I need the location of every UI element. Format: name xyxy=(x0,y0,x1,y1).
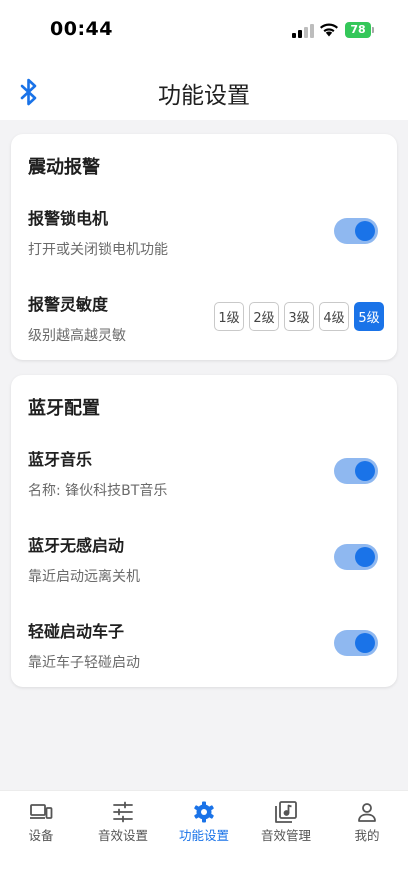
tab-devices[interactable]: 设备 xyxy=(0,791,82,851)
level-5-button[interactable]: 5级 xyxy=(354,302,384,331)
wifi-icon xyxy=(320,23,338,37)
level-2-button[interactable]: 2级 xyxy=(249,302,279,331)
toggle-knob xyxy=(355,461,375,481)
bluetooth-config-card: 蓝牙配置 蓝牙音乐 名称: 锋伙科技BT音乐 蓝牙无感启动 靠近启动远离关机 轻… xyxy=(11,375,397,687)
page-title: 功能设置 xyxy=(158,83,250,109)
tab-sound-settings[interactable]: 音效设置 xyxy=(82,791,164,851)
lock-motor-toggle[interactable] xyxy=(334,218,378,244)
lock-motor-title: 报警锁电机 xyxy=(28,209,109,228)
bt-auto-start-toggle[interactable] xyxy=(334,544,378,570)
music-library-icon xyxy=(275,801,297,823)
sensitivity-subtitle: 级别越高越灵敏 xyxy=(28,328,126,344)
sensitivity-levels: 1级 2级 3级 4级 5级 xyxy=(214,302,384,331)
level-3-button[interactable]: 3级 xyxy=(284,302,314,331)
battery-tip xyxy=(372,27,374,33)
tab-devices-label: 设备 xyxy=(28,828,54,843)
bt-auto-start-title: 蓝牙无感启动 xyxy=(28,536,125,555)
bt-music-title: 蓝牙音乐 xyxy=(28,450,93,469)
tab-profile-label: 我的 xyxy=(354,828,380,843)
person-icon xyxy=(358,803,376,822)
battery-level: 78 xyxy=(345,22,371,38)
bluetooth-card-title: 蓝牙配置 xyxy=(28,398,100,419)
tab-profile[interactable]: 我的 xyxy=(326,791,408,851)
bt-music-subtitle: 名称: 锋伙科技BT音乐 xyxy=(28,483,168,499)
touch-start-toggle[interactable] xyxy=(334,630,378,656)
sliders-icon xyxy=(113,801,133,823)
level-4-button[interactable]: 4级 xyxy=(319,302,349,331)
toggle-knob xyxy=(355,547,375,567)
tab-bar: 设备 音效设置 功能设置 音效管理 我的 xyxy=(0,790,408,883)
bt-auto-start-subtitle: 靠近启动远离关机 xyxy=(28,569,140,585)
bt-music-toggle[interactable] xyxy=(334,458,378,484)
vibration-alarm-card: 震动报警 报警锁电机 打开或关闭锁电机功能 报警灵敏度 级别越高越灵敏 1级 2… xyxy=(11,134,397,360)
header: 功能设置 xyxy=(0,64,408,120)
sensitivity-title: 报警灵敏度 xyxy=(28,295,109,314)
vibration-card-title: 震动报警 xyxy=(28,157,100,178)
tab-sound-management-label: 音效管理 xyxy=(260,828,311,843)
devices-icon xyxy=(30,804,53,819)
gear-icon xyxy=(194,801,214,823)
status-time: 00:44 xyxy=(50,18,113,40)
tab-function-settings[interactable]: 功能设置 xyxy=(163,791,245,851)
lock-motor-subtitle: 打开或关闭锁电机功能 xyxy=(28,242,168,258)
touch-start-title: 轻碰启动车子 xyxy=(28,622,125,641)
battery-icon: 78 xyxy=(345,22,375,38)
status-bar: 00:44 78 xyxy=(0,0,408,56)
toggle-knob xyxy=(355,633,375,653)
tab-sound-settings-label: 音效设置 xyxy=(97,828,148,843)
level-1-button[interactable]: 1级 xyxy=(214,302,244,331)
tab-sound-management[interactable]: 音效管理 xyxy=(245,791,327,851)
cellular-signal-icon xyxy=(292,24,314,38)
tab-function-settings-label: 功能设置 xyxy=(178,828,229,843)
touch-start-subtitle: 靠近车子轻碰启动 xyxy=(28,655,140,671)
toggle-knob xyxy=(355,221,375,241)
